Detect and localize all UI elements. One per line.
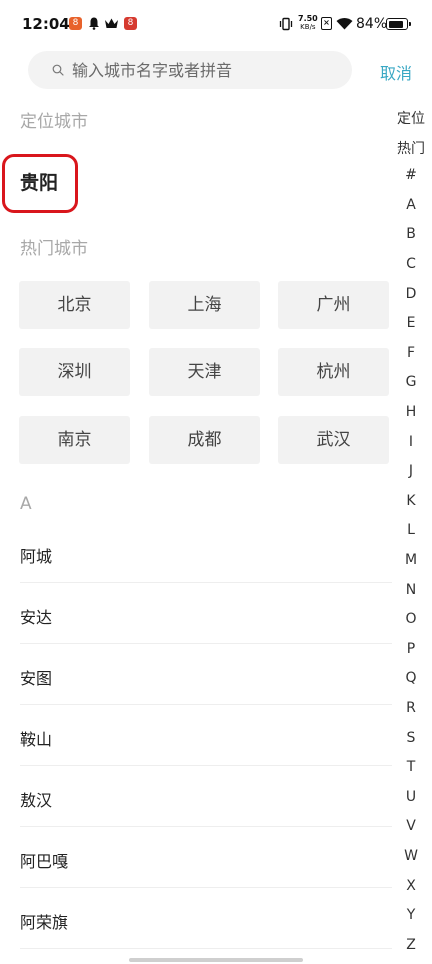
net-speed-unit: KB/s xyxy=(300,23,316,31)
status-time: 12:04 xyxy=(22,15,70,33)
city-name: 阿巴嘎 xyxy=(20,852,69,871)
index-letter[interactable]: V xyxy=(393,818,429,834)
index-letter[interactable]: Z xyxy=(393,937,429,953)
net-speed: 7.50 KB/s xyxy=(298,14,318,32)
vibrate-icon xyxy=(279,17,293,31)
index-letter[interactable]: O xyxy=(393,611,429,627)
index-letter[interactable]: L xyxy=(393,522,429,538)
index-letter[interactable]: P xyxy=(393,641,429,657)
wifi-icon xyxy=(336,18,353,30)
hot-city-button[interactable]: 南京 xyxy=(19,416,130,464)
index-letter[interactable]: C xyxy=(393,256,429,272)
city-name: 敖汉 xyxy=(20,791,53,810)
index-letter[interactable]: R xyxy=(393,700,429,716)
city-list-item[interactable]: 阿巴嘎 xyxy=(20,827,392,888)
index-letter[interactable]: G xyxy=(393,374,429,390)
index-letter[interactable]: H xyxy=(393,404,429,420)
index-letter[interactable]: T xyxy=(393,759,429,775)
search-icon xyxy=(52,64,64,76)
app-notification-icon-2: 8 xyxy=(124,17,137,30)
hot-city-button[interactable]: 广州 xyxy=(278,281,389,329)
city-list-item[interactable]: 安达 xyxy=(20,583,392,644)
index-letter[interactable]: # xyxy=(393,167,429,183)
index-letter[interactable]: N xyxy=(393,582,429,598)
search-input[interactable] xyxy=(72,51,342,89)
index-letter[interactable]: 热门 xyxy=(393,138,429,158)
crown-icon xyxy=(105,18,118,28)
city-name: 安图 xyxy=(20,669,53,688)
index-letter[interactable]: S xyxy=(393,730,429,746)
index-letter[interactable]: K xyxy=(393,493,429,509)
battery-icon xyxy=(386,18,411,30)
net-speed-value: 7.50 xyxy=(298,14,318,23)
status-bar: 12:04 8 8 7.50 KB/s × 84% xyxy=(0,0,432,50)
located-city-title: 定位城市 xyxy=(20,112,88,132)
index-letter[interactable]: X xyxy=(393,878,429,894)
city-list-item[interactable]: 鞍山 xyxy=(20,705,392,766)
index-letter[interactable]: A xyxy=(393,197,429,213)
cancel-button[interactable]: 取消 xyxy=(380,60,412,84)
city-name: 阿荣旗 xyxy=(20,913,69,932)
city-name: 鞍山 xyxy=(20,730,53,749)
index-letter[interactable]: M xyxy=(393,552,429,568)
hot-city-button[interactable]: 杭州 xyxy=(278,348,389,396)
index-letter[interactable]: D xyxy=(393,286,429,302)
index-letter[interactable]: U xyxy=(393,789,429,805)
index-letter[interactable]: E xyxy=(393,315,429,331)
letter-header: A xyxy=(20,494,32,514)
index-letter[interactable]: Y xyxy=(393,907,429,923)
city-name: 安达 xyxy=(20,608,53,627)
index-letter[interactable]: J xyxy=(393,463,429,479)
hot-city-button[interactable]: 武汉 xyxy=(278,416,389,464)
home-indicator xyxy=(129,958,303,962)
city-list-item[interactable]: 敖汉 xyxy=(20,766,392,827)
index-letter[interactable]: W xyxy=(393,848,429,864)
app-notification-icon: 8 xyxy=(69,17,82,30)
battery-percent: 84% xyxy=(356,16,388,32)
city-name: 阿城 xyxy=(20,547,53,566)
located-city-item[interactable]: 贵阳 xyxy=(20,168,58,195)
city-list-item[interactable]: 阿荣旗 xyxy=(20,888,392,949)
hot-city-button[interactable]: 上海 xyxy=(149,281,260,329)
hot-city-button[interactable]: 天津 xyxy=(149,348,260,396)
index-letter[interactable]: B xyxy=(393,226,429,242)
hot-city-button[interactable]: 北京 xyxy=(19,281,130,329)
city-list-item[interactable]: 安图 xyxy=(20,644,392,705)
search-bar[interactable] xyxy=(28,51,352,89)
hot-cities-title: 热门城市 xyxy=(20,239,88,259)
no-sim-icon: × xyxy=(321,17,332,30)
hot-city-button[interactable]: 深圳 xyxy=(19,348,130,396)
index-letter[interactable]: F xyxy=(393,345,429,361)
city-list-item[interactable]: 阿城 xyxy=(20,522,392,583)
index-letter[interactable]: Q xyxy=(393,670,429,686)
hot-city-button[interactable]: 成都 xyxy=(149,416,260,464)
bell-icon xyxy=(89,17,99,30)
index-letter[interactable]: 定位 xyxy=(393,108,429,128)
index-letter[interactable]: I xyxy=(393,434,429,450)
